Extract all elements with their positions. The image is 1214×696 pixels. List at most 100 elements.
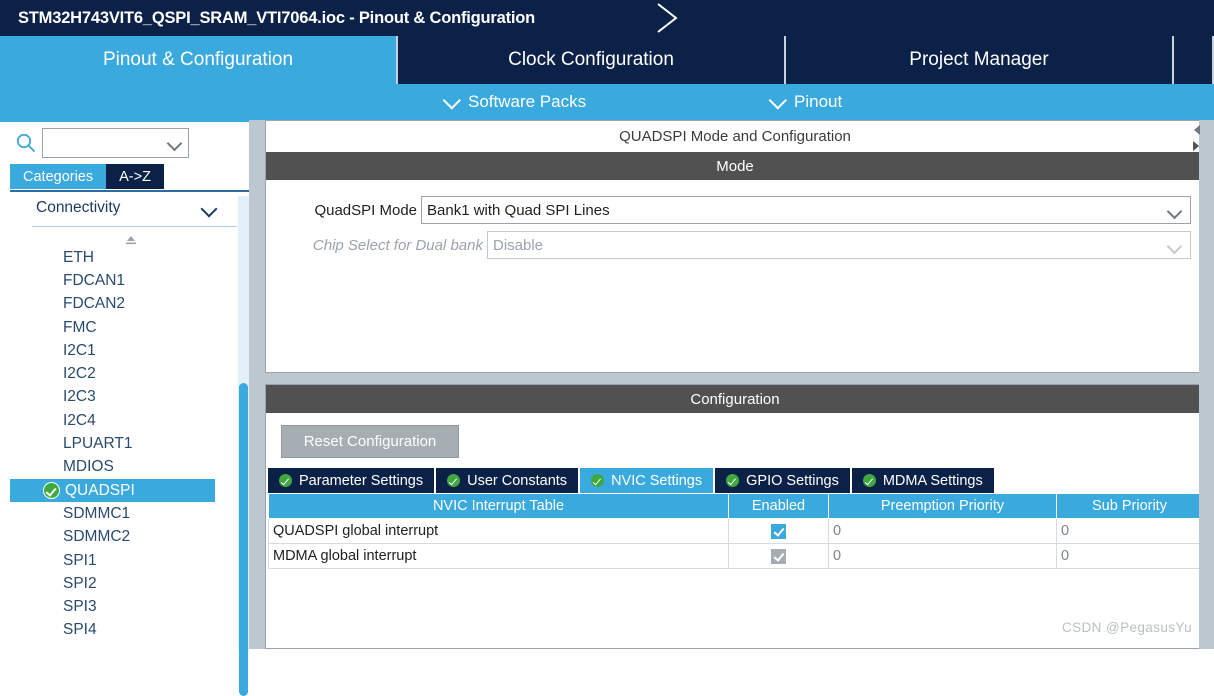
table-row[interactable]: QUADSPI global interrupt 0 0 (268, 518, 1203, 544)
sidebar-item-spi2[interactable]: SPI2 (10, 572, 248, 595)
sidebar-item-label: I2C4 (63, 411, 96, 429)
menu-pinout[interactable]: Pinout (768, 84, 843, 120)
main-tab-bar: Pinout & Configuration Clock Configurati… (0, 36, 1214, 84)
sidebar-item-sdmmc2[interactable]: SDMMC2 (10, 526, 248, 549)
sidebar-item-fmc[interactable]: FMC (10, 316, 248, 339)
configuration-tab-bar: Parameter Settings User Constants NVIC Set… (268, 468, 996, 493)
chevron-down-icon (442, 90, 461, 110)
sidebar-search-row (0, 122, 258, 164)
tab-project-manager[interactable]: Project Manager (786, 36, 1174, 84)
chevron-down-icon (166, 135, 183, 152)
config-tab-label: MDMA Settings (882, 472, 983, 489)
chip-select-value: Disable (493, 236, 544, 254)
sidebar-item-label: ETH (63, 248, 94, 266)
sidebar-item-i2c4[interactable]: I2C4 (10, 409, 248, 432)
sidebar-scrollbar-thumb[interactable] (239, 383, 248, 696)
nvic-row-enabled-cell[interactable] (728, 543, 829, 569)
nvic-header-enabled[interactable]: Enabled (728, 493, 829, 519)
tab-clock-configuration[interactable]: Clock Configuration (398, 36, 786, 84)
title-bar: STM32H743VIT6_QSPI_SRAM_VTI7064.ioc - Pi… (0, 0, 1214, 36)
content-scrollbar[interactable] (1199, 120, 1214, 649)
sidebar-item-label: SPI1 (63, 551, 97, 569)
sidebar-tree: Connectivity ETH FDCAN1 FDCAN2 FMC I2C1 I2C2 I… (10, 194, 248, 651)
nvic-row-enabled-cell[interactable] (728, 518, 829, 544)
config-tab-label: GPIO Settings (746, 472, 839, 489)
main-content: QUADSPI Mode and Configuration Mode Quad… (265, 120, 1214, 649)
sidebar-item-quadspi[interactable]: QUADSPI (10, 478, 215, 503)
check-circle-icon (862, 474, 876, 487)
quadspi-mode-select[interactable]: Bank1 with Quad SPI Lines (421, 196, 1191, 224)
sidebar-item-sdmmc1[interactable]: SDMMC1 (10, 502, 248, 525)
sidebar-item-fdcan2[interactable]: FDCAN2 (10, 293, 248, 316)
scroll-up-icon[interactable] (122, 234, 140, 246)
chevron-down-icon (1166, 203, 1183, 220)
chevron-down-icon (768, 90, 787, 110)
sidebar-tab-a-to-z-label: A->Z (119, 168, 151, 185)
sidebar-tab-a-to-z[interactable]: A->Z (106, 164, 164, 189)
nvic-row-sub-priority[interactable]: 0 (1056, 518, 1203, 544)
config-tab-label: NVIC Settings (611, 472, 703, 489)
checkbox-checked-icon (771, 548, 786, 564)
tab-pinout-configuration[interactable]: Pinout & Configuration (0, 36, 398, 84)
menu-software-packs-label: Software Packs (468, 92, 587, 111)
nvic-row-name: QUADSPI global interrupt (268, 518, 729, 544)
panel-splitter[interactable] (249, 120, 265, 649)
tab-project-manager-label: Project Manager (909, 49, 1049, 70)
checkbox-checked-icon[interactable] (771, 523, 786, 539)
sidebar-item-label: SPI2 (63, 574, 97, 592)
sidebar-item-mdios[interactable]: MDIOS (10, 456, 248, 479)
menu-software-packs[interactable]: Software Packs (442, 84, 587, 120)
sidebar-item-i2c1[interactable]: I2C1 (10, 339, 248, 362)
chevron-down-icon (1166, 238, 1183, 255)
title-bar-text: STM32H743VIT6_QSPI_SRAM_VTI7064.ioc - Pi… (18, 8, 536, 27)
tab-pinout-configuration-label: Pinout & Configuration (102, 49, 294, 70)
sidebar-item-spi4[interactable]: SPI4 (10, 619, 248, 642)
nvic-header-sub[interactable]: Sub Priority (1056, 493, 1203, 519)
nvic-row-name: MDMA global interrupt (268, 543, 729, 569)
sidebar-item-spi3[interactable]: SPI3 (10, 595, 248, 618)
sidebar-item-i2c2[interactable]: I2C2 (10, 362, 248, 385)
check-circle-icon (447, 474, 461, 487)
table-row[interactable]: MDMA global interrupt 0 0 (268, 543, 1203, 569)
panel-collapse-arrows-icon[interactable] (1192, 122, 1201, 158)
nvic-row-preemption-priority[interactable]: 0 (828, 543, 1057, 569)
config-tab-nvic-settings[interactable]: NVIC Settings (580, 468, 714, 493)
reset-configuration-button[interactable]: Reset Configuration (281, 425, 459, 458)
nvic-row-preemption-priority[interactable]: 0 (828, 518, 1057, 544)
config-tab-gpio-settings[interactable]: GPIO Settings (715, 468, 850, 493)
sidebar-category-connectivity[interactable]: Connectivity (10, 194, 248, 226)
sidebar-item-lpuart1[interactable]: LPUART1 (10, 432, 248, 455)
check-circle-icon (726, 474, 740, 487)
reset-configuration-label: Reset Configuration (303, 433, 437, 450)
search-input[interactable] (42, 128, 189, 158)
sidebar-item-spi1[interactable]: SPI1 (10, 549, 248, 572)
menu-pinout-label: Pinout (794, 92, 843, 111)
sidebar-item-label: SPI3 (63, 598, 97, 616)
chip-select-label: Chip Select for Dual bank (312, 236, 483, 254)
sidebar-item-label: FMC (63, 318, 97, 336)
sidebar-tab-categories[interactable]: Categories (10, 164, 107, 189)
watermark-text: CSDN @PegasusYu (1061, 620, 1192, 635)
nvic-row-sub-priority[interactable]: 0 (1056, 543, 1203, 569)
sidebar-item-i2c3[interactable]: I2C3 (10, 386, 248, 409)
tab-overflow[interactable] (1174, 36, 1214, 84)
mode-section-header: Mode (266, 152, 1204, 180)
config-tab-user-constants[interactable]: User Constants (436, 468, 579, 493)
check-circle-icon (43, 482, 60, 500)
chip-select-dropdown: Disable (487, 231, 1191, 259)
sidebar-category-label: Connectivity (36, 199, 121, 216)
config-tab-mdma-settings[interactable]: MDMA Settings (851, 468, 994, 493)
sidebar-tabs-underline (10, 190, 250, 192)
sidebar-item-eth[interactable]: ETH (10, 246, 248, 269)
quadspi-mode-value: Bank1 with Quad SPI Lines (427, 201, 610, 219)
config-tab-parameter-settings[interactable]: Parameter Settings (268, 468, 435, 493)
tab-clock-configuration-label: Clock Configuration (508, 49, 674, 70)
sidebar-item-label: MDIOS (63, 458, 114, 476)
sidebar-category-divider (32, 226, 237, 227)
sidebar-item-fdcan1[interactable]: FDCAN1 (10, 269, 248, 292)
sidebar-item-label: FDCAN1 (63, 271, 126, 289)
configuration-panel: Configuration Reset Configuration Parame… (265, 384, 1205, 649)
nvic-header-name[interactable]: NVIC Interrupt Table (268, 493, 729, 519)
nvic-header-preemption[interactable]: Preemption Priority (828, 493, 1057, 519)
breadcrumb-chevron-icon (657, 3, 678, 33)
